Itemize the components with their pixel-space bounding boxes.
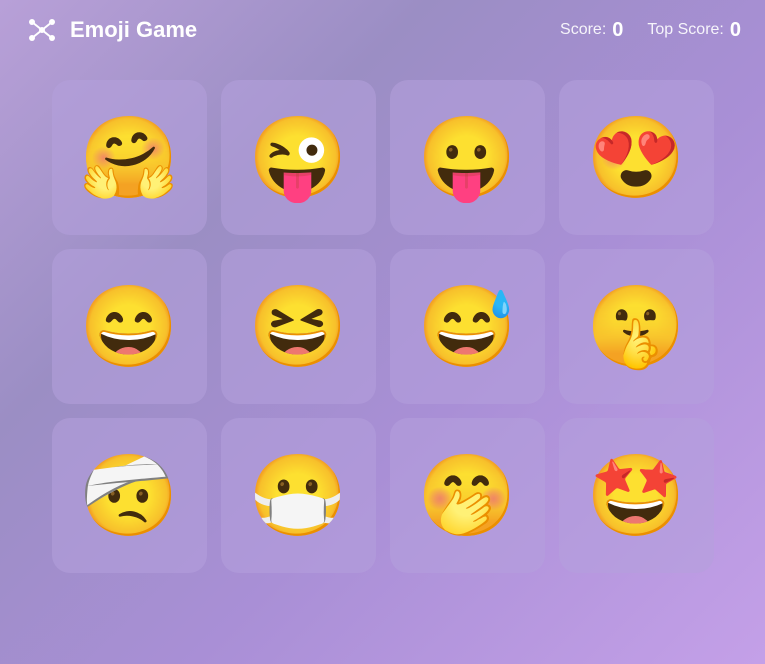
emoji-card-laughing-face[interactable]: 😆 bbox=[221, 249, 376, 404]
score-label: Score: bbox=[560, 21, 606, 39]
emoji-card-hand-over-mouth-face[interactable]: 🤭 bbox=[390, 418, 545, 573]
logo-icon bbox=[24, 12, 60, 48]
score-area: Score: 0 Top Score: 0 bbox=[560, 19, 741, 42]
score-item: Score: 0 bbox=[560, 19, 623, 42]
emoji-symbol-injured-face: 🤕 bbox=[79, 456, 179, 536]
emoji-symbol-hand-over-mouth-face: 🤭 bbox=[417, 456, 517, 536]
emoji-card-star-struck-face[interactable]: 🤩 bbox=[559, 418, 714, 573]
emoji-card-sweat-smile-face[interactable]: 😅 bbox=[390, 249, 545, 404]
emoji-symbol-star-struck-face: 🤩 bbox=[586, 456, 686, 536]
emoji-symbol-hugging-face: 🤗 bbox=[79, 118, 179, 198]
emoji-card-heart-eyes-face[interactable]: 😍 bbox=[559, 80, 714, 235]
score-value: 0 bbox=[612, 19, 623, 42]
emoji-symbol-heart-eyes-face: 😍 bbox=[586, 118, 686, 198]
emoji-symbol-mask-face: 😷 bbox=[248, 456, 348, 536]
emoji-symbol-winking-face-with-tongue: 😜 bbox=[248, 118, 348, 198]
emoji-card-mask-face[interactable]: 😷 bbox=[221, 418, 376, 573]
emoji-card-face-with-tongue[interactable]: 😛 bbox=[390, 80, 545, 235]
logo-area: Emoji Game bbox=[24, 12, 197, 48]
emoji-card-shushing-face[interactable]: 🤫 bbox=[559, 249, 714, 404]
top-score-item: Top Score: 0 bbox=[647, 19, 741, 42]
emoji-card-winking-face-with-tongue[interactable]: 😜 bbox=[221, 80, 376, 235]
emoji-symbol-sweat-smile-face: 😅 bbox=[417, 287, 517, 367]
top-score-value: 0 bbox=[730, 19, 741, 42]
emoji-symbol-laughing-face: 😆 bbox=[248, 287, 348, 367]
emoji-grid: 🤗 😜 😛 😍 😄 😆 😅 🤫 🤕 😷 🤭 🤩 bbox=[0, 60, 765, 593]
emoji-symbol-face-with-tongue: 😛 bbox=[417, 118, 517, 198]
emoji-symbol-shushing-face: 🤫 bbox=[586, 287, 686, 367]
emoji-card-injured-face[interactable]: 🤕 bbox=[52, 418, 207, 573]
app-header: Emoji Game Score: 0 Top Score: 0 bbox=[0, 0, 765, 60]
emoji-card-grinning-face[interactable]: 😄 bbox=[52, 249, 207, 404]
emoji-symbol-grinning-face: 😄 bbox=[79, 287, 179, 367]
top-score-label: Top Score: bbox=[647, 21, 723, 39]
app-title: Emoji Game bbox=[70, 17, 197, 43]
emoji-card-hugging-face[interactable]: 🤗 bbox=[52, 80, 207, 235]
